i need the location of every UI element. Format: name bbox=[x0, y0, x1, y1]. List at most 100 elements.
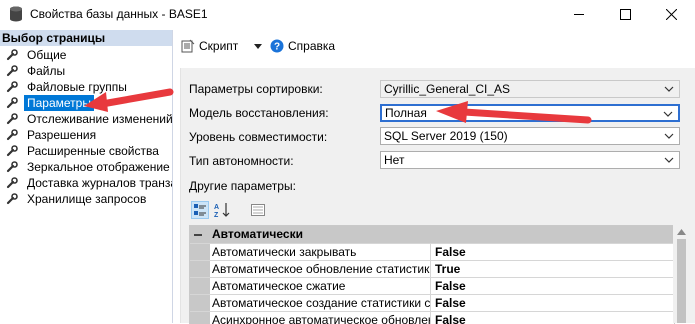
page-item-mirroring[interactable]: Зеркальное отображение bbox=[0, 159, 172, 175]
recovery-model-combo[interactable]: Полная bbox=[380, 104, 680, 122]
recovery-model-label: Модель восстановления: bbox=[189, 106, 329, 120]
page-item-label: Расширенные свойства bbox=[27, 144, 159, 158]
page-item-extended-properties[interactable]: Расширенные свойства bbox=[0, 143, 172, 159]
property-name: Автоматическое обновление статистики bbox=[212, 261, 431, 277]
wrench-icon bbox=[6, 113, 18, 125]
property-grid: Автоматически Автоматически закрывать Fa… bbox=[189, 225, 675, 324]
collation-combo[interactable]: Cyrillic_General_CI_AS bbox=[380, 80, 680, 98]
collation-value: Cyrillic_General_CI_AS bbox=[384, 82, 511, 96]
svg-text:Z: Z bbox=[214, 212, 219, 218]
grid-toolbar: AZ bbox=[189, 199, 279, 221]
page-item-label: Общие bbox=[27, 48, 67, 62]
page-item-label: Параметры bbox=[24, 95, 94, 111]
property-value[interactable]: False bbox=[435, 312, 466, 324]
chevron-down-icon bbox=[663, 111, 673, 117]
property-value[interactable]: True bbox=[435, 261, 460, 277]
wrench-icon bbox=[6, 65, 18, 77]
containment-label: Тип автономности: bbox=[189, 154, 294, 168]
category-label: Автоматически bbox=[212, 227, 303, 241]
collation-label: Параметры сортировки: bbox=[189, 82, 323, 96]
table-row[interactable]: Асинхронное автоматическое обновление ст… bbox=[190, 311, 674, 324]
page-item-label: Файлы bbox=[27, 64, 66, 78]
property-name: Автоматическое сжатие bbox=[212, 278, 431, 294]
wrench-icon bbox=[6, 161, 18, 173]
chevron-down-icon bbox=[664, 157, 674, 163]
property-value[interactable]: False bbox=[435, 278, 466, 294]
page-item-filegroups[interactable]: Файловые группы bbox=[0, 79, 172, 95]
compat-level-label: Уровень совместимости: bbox=[189, 130, 328, 144]
row-gutter bbox=[190, 278, 210, 295]
help-label: Справка bbox=[288, 39, 336, 53]
property-value[interactable]: False bbox=[435, 295, 466, 311]
page-item-change-tracking[interactable]: Отслеживание изменений bbox=[0, 111, 172, 127]
table-row[interactable]: Автоматическое обновление статистики Tru… bbox=[190, 260, 674, 278]
page-selector-header: Выбор страницы bbox=[0, 30, 172, 46]
minimize-button[interactable] bbox=[556, 0, 602, 28]
table-row[interactable]: Автоматически закрывать False bbox=[190, 243, 674, 261]
script-label: Скрипт bbox=[199, 39, 239, 53]
script-icon bbox=[181, 39, 195, 53]
chevron-down-icon bbox=[664, 86, 674, 92]
grid-scrollbar[interactable] bbox=[673, 225, 690, 323]
sort-az-icon: AZ bbox=[214, 203, 230, 218]
script-dropdown-button[interactable] bbox=[253, 38, 263, 54]
wrench-icon bbox=[6, 97, 18, 109]
wrench-icon bbox=[6, 193, 18, 205]
script-button[interactable]: Скрипт bbox=[181, 38, 238, 54]
row-gutter bbox=[190, 261, 210, 278]
containment-value: Нет bbox=[384, 153, 405, 167]
collapse-icon[interactable] bbox=[194, 231, 202, 239]
wrench-icon bbox=[6, 177, 18, 189]
page-item-files[interactable]: Файлы bbox=[0, 63, 172, 79]
maximize-button[interactable] bbox=[602, 0, 648, 28]
property-value[interactable]: False bbox=[435, 244, 466, 260]
categorized-icon bbox=[194, 204, 206, 216]
property-name: Автоматически закрывать bbox=[212, 244, 431, 260]
property-name: Асинхронное автоматическое обновление ст… bbox=[212, 312, 431, 324]
table-row[interactable]: Автоматическое создание статистики с доб… bbox=[190, 294, 674, 312]
page-item-label: Разрешения bbox=[27, 128, 97, 142]
wrench-icon bbox=[6, 129, 18, 141]
wrench-icon bbox=[6, 81, 18, 93]
chevron-down-icon bbox=[664, 133, 674, 139]
alphabetical-button[interactable]: AZ bbox=[213, 201, 231, 219]
caret-down-icon bbox=[254, 43, 262, 49]
toolbar: Скрипт ? Справка bbox=[175, 31, 695, 61]
row-gutter bbox=[190, 312, 210, 324]
compat-level-value: SQL Server 2019 (150) bbox=[384, 129, 508, 143]
page-item-label: Хранилище запросов bbox=[27, 192, 147, 206]
page-item-permissions[interactable]: Разрешения bbox=[0, 127, 172, 143]
page-item-options[interactable]: Параметры bbox=[0, 95, 172, 111]
page-item-label: Отслеживание изменений bbox=[27, 112, 172, 126]
row-gutter bbox=[190, 295, 210, 312]
categorized-button[interactable] bbox=[191, 201, 209, 219]
page-item-log-shipping[interactable]: Доставка журналов транзакций bbox=[0, 175, 172, 191]
wrench-icon bbox=[6, 145, 18, 157]
other-options-label: Другие параметры: bbox=[189, 179, 296, 193]
close-icon bbox=[665, 8, 677, 20]
compat-level-combo[interactable]: SQL Server 2019 (150) bbox=[380, 127, 680, 145]
page-list: Общие Файлы Файловые группы Параметры От… bbox=[0, 47, 172, 207]
help-icon: ? bbox=[270, 39, 284, 53]
title-bar: Свойства базы данных - BASE1 bbox=[0, 0, 695, 29]
page-item-label: Доставка журналов транзакций bbox=[27, 176, 172, 190]
property-pages-button[interactable] bbox=[249, 201, 267, 219]
containment-combo[interactable]: Нет bbox=[380, 151, 680, 169]
page-selector-pane: Выбор страницы Общие Файлы Файловые груп… bbox=[0, 30, 173, 323]
category-row-automatic[interactable]: Автоматически bbox=[190, 226, 674, 243]
property-pages-icon bbox=[251, 204, 265, 216]
scrollbar-thumb[interactable] bbox=[677, 239, 686, 323]
svg-text:A: A bbox=[214, 204, 219, 211]
page-item-label: Файловые группы bbox=[27, 80, 127, 94]
help-button[interactable]: ? Справка bbox=[270, 38, 335, 54]
window-title: Свойства базы данных - BASE1 bbox=[30, 7, 208, 21]
page-item-general[interactable]: Общие bbox=[0, 47, 172, 63]
page-item-label: Зеркальное отображение bbox=[27, 160, 170, 174]
scroll-up-icon[interactable] bbox=[677, 228, 686, 236]
svg-text:?: ? bbox=[274, 42, 280, 53]
wrench-icon bbox=[6, 49, 18, 61]
page-item-query-store[interactable]: Хранилище запросов bbox=[0, 191, 172, 207]
table-row[interactable]: Автоматическое сжатие False bbox=[190, 277, 674, 295]
close-button[interactable] bbox=[648, 0, 694, 28]
row-gutter bbox=[190, 244, 210, 261]
